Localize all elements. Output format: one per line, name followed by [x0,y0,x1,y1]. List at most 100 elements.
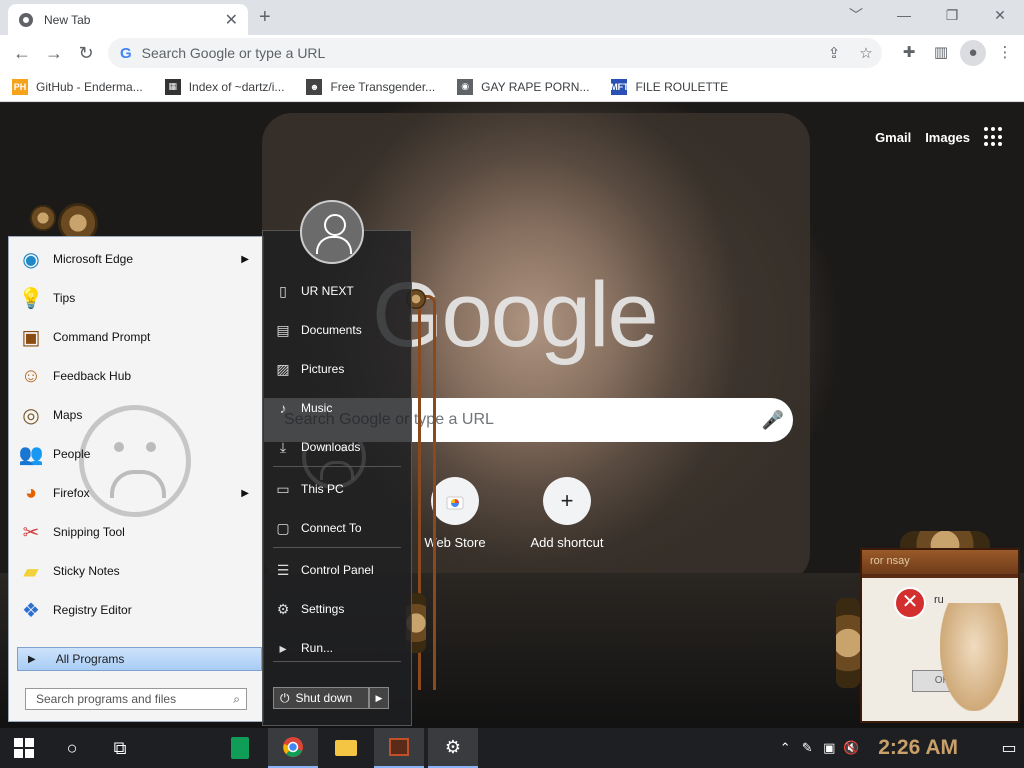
taskbar: ○ ⧉ ⚙ ⌃ ✎ ▣ 🔇 2:26 AM ▭ [0,728,1024,768]
feedback-icon: ☺ [20,364,42,387]
place-link[interactable]: ▤ Documents [273,316,403,344]
bookmark-item[interactable]: ☻ Free Transgender... [306,78,435,95]
program-item[interactable]: ▰ Sticky Notes [15,553,259,589]
user-avatar[interactable] [300,200,364,264]
program-item[interactable]: ◕ Firefox ▶ [15,475,259,511]
cmd-icon: ▣ [21,326,41,349]
start-button[interactable] [0,728,48,768]
bookmark-label: Index of ~dartz/i... [188,79,285,94]
place-link[interactable]: ▭ This PC [273,475,403,503]
bookmark-item[interactable]: MFT FILE ROULETTE [610,78,728,95]
pen-icon[interactable]: ✎ [796,740,818,756]
close-button[interactable]: ✕ [976,0,1024,30]
plus-icon: + [543,477,591,525]
program-label: People [53,447,91,461]
tab-close-icon[interactable]: ✕ [225,10,238,30]
back-icon[interactable]: ← [6,43,38,64]
program-item[interactable]: ❖ Registry Editor [15,592,259,628]
task-view-icon[interactable]: ⧉ [96,728,144,768]
all-programs-button[interactable]: ▶ All Programs [17,647,262,671]
side-panel-icon[interactable]: ▥ [928,40,954,66]
place-link[interactable]: ⚙ Settings [273,595,403,623]
shutdown-button[interactable]: ⏻ Shut down [273,687,369,709]
chrome-taskbar-icon[interactable] [268,728,318,768]
programs-pane: ◉ Microsoft Edge ▶ 💡 Tips ▣ Command Prompt ☺ Fee… [8,236,264,722]
place-label: Connect To [301,521,362,535]
restore-button[interactable]: ❐ [928,0,976,30]
program-item[interactable]: 👥 People [15,436,259,472]
apps-grid-icon[interactable] [984,127,1004,147]
share-icon[interactable]: ⇪ [818,44,850,62]
menu-divider [273,466,401,467]
registry-icon: ❖ [22,599,40,622]
program-search-input[interactable]: Search programs and files ⌕ [25,688,247,710]
window-controls: ﹀ — ❐ ✕ [832,0,1024,30]
profile-icon[interactable]: ● [960,40,986,66]
shortcut-add[interactable]: + Add shortcut [517,477,617,550]
gmail-link[interactable]: Gmail [875,130,911,145]
windows-logo-icon [14,738,34,758]
submenu-arrow-icon: ▶ [241,253,249,265]
tab-title: New Tab [44,12,91,27]
ph-badge: PH [12,78,28,95]
program-label: Registry Editor [53,603,132,617]
program-item[interactable]: ◉ Microsoft Edge ▶ [15,241,259,277]
place-link[interactable]: ⤓ Downloads [273,433,403,461]
tab-search-icon[interactable]: ﹀ [832,0,880,30]
notifications-icon[interactable]: ▭ [994,738,1024,758]
user-doc-icon: ▯ [279,282,287,299]
place-label: Downloads [301,440,361,454]
menu-divider [273,661,401,662]
bookmark-item[interactable]: ▦ Index of ~dartz/i... [164,78,285,95]
forward-icon[interactable]: → [38,43,70,64]
images-link[interactable]: Images [925,130,970,145]
program-item[interactable]: 💡 Tips [15,280,259,316]
tab-strip: New Tab ✕ + ﹀ — ❐ ✕ [0,0,1024,35]
extensions-icon[interactable]: ✚ [896,40,922,66]
microphone-icon[interactable]: 🎤 [753,410,793,431]
chevron-up-icon[interactable]: ⌃ [774,740,796,756]
media-app-icon[interactable] [374,728,424,768]
place-link[interactable]: ▢ Connect To [273,514,403,542]
program-item[interactable]: ☺ Feedback Hub [15,358,259,394]
cortana-icon[interactable]: ○ [48,728,96,768]
qr-icon: ▦ [164,78,181,95]
shutdown-options-button[interactable]: ▶ [369,687,389,709]
bookmark-item[interactable]: PH GitHub - Enderma... [12,78,143,95]
address-placeholder: Search Google or type a URL [141,45,326,61]
google-logo: Google [372,264,659,366]
minimize-button[interactable]: — [880,0,928,30]
place-link[interactable]: ☰ Control Panel [273,556,403,584]
place-label: Run... [301,641,334,655]
star-icon[interactable]: ☆ [850,44,882,62]
place-link[interactable]: ♪ Music [273,394,403,422]
address-bar[interactable]: G Search Google or type a URL ⇪ ☆ [108,38,882,68]
menu-divider [273,547,401,548]
shutdown-label: Shut down [295,691,353,705]
settings-taskbar-icon[interactable]: ⚙ [428,728,478,768]
place-link[interactable]: ▯ UR NEXT [273,277,403,305]
place-link[interactable]: ▨ Pictures [273,355,403,383]
places-pane: ▯ UR NEXT ▤ Documents ▨ Pictures ♪ Music ⤓ Downlo… [262,230,412,726]
tab-new-tab[interactable]: New Tab ✕ [8,4,248,35]
network-icon[interactable]: ▣ [818,740,840,756]
sheets-app-icon[interactable] [216,728,264,768]
new-tab-button[interactable]: + [259,6,271,29]
menu-icon[interactable]: ⋮ [992,40,1018,66]
program-item[interactable]: ◎ Maps [15,397,259,433]
program-label: Microsoft Edge [53,252,134,266]
download-icon: ⤓ [279,438,287,455]
system-tray: ⌃ ✎ ▣ 🔇 2:26 AM ▭ [774,728,1024,768]
file-explorer-icon[interactable] [322,728,370,768]
place-label: This PC [301,482,344,496]
bookmark-item[interactable]: ◉ GAY RAPE PORN... [457,78,589,95]
start-menu: ◉ Microsoft Edge ▶ 💡 Tips ▣ Command Prompt ☺ Fee… [4,230,412,726]
volume-muted-icon[interactable]: 🔇 [840,740,862,756]
clock[interactable]: 2:26 AM [878,736,958,760]
place-link[interactable]: ▸ Run... [273,634,403,662]
program-item[interactable]: ✂ Snipping Tool [15,514,259,550]
program-label: Maps [53,408,83,422]
program-item[interactable]: ▣ Command Prompt [15,319,259,355]
program-label: Tips [53,291,76,305]
reload-icon[interactable]: ↻ [70,43,102,64]
